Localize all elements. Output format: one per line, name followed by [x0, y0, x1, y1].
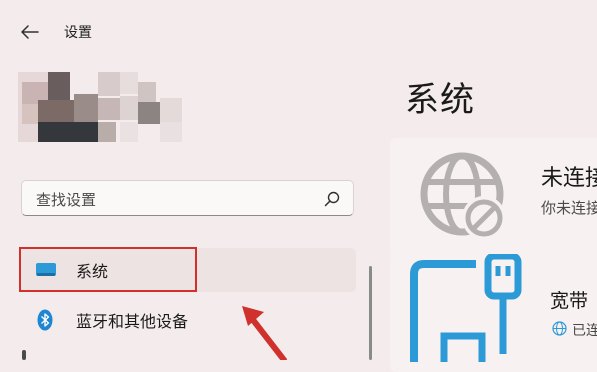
app-title: 设置	[64, 25, 92, 41]
broadband-status: 已连	[572, 323, 597, 339]
network-status-subtitle: 你未连接	[541, 199, 597, 217]
search-box[interactable]	[21, 180, 354, 216]
back-button[interactable]	[16, 18, 44, 46]
search-icon[interactable]	[323, 190, 341, 208]
network-status-title: 未连接	[541, 166, 597, 191]
sidebar-item-label: 蓝牙和其他设备	[76, 312, 189, 331]
sidebar-scrollbar[interactable]	[369, 266, 372, 360]
page-title: 系统	[405, 80, 475, 120]
sidebar-item-bluetooth[interactable]: 蓝牙和其他设备	[20, 298, 356, 342]
globe-disconnected-icon	[420, 152, 506, 240]
ethernet-icon	[410, 254, 522, 362]
user-account-blurred[interactable]	[18, 72, 182, 142]
search-input[interactable]	[34, 189, 318, 211]
globe-icon	[552, 321, 567, 336]
broadband-title: 宽带	[550, 290, 589, 312]
selection-highlight-annotation	[19, 247, 197, 292]
title-bar: 设置	[0, 0, 597, 62]
red-arrow-annotation	[242, 306, 287, 360]
bluetooth-icon	[37, 309, 53, 331]
back-arrow-icon	[21, 25, 39, 39]
scroll-indicator	[22, 350, 26, 360]
